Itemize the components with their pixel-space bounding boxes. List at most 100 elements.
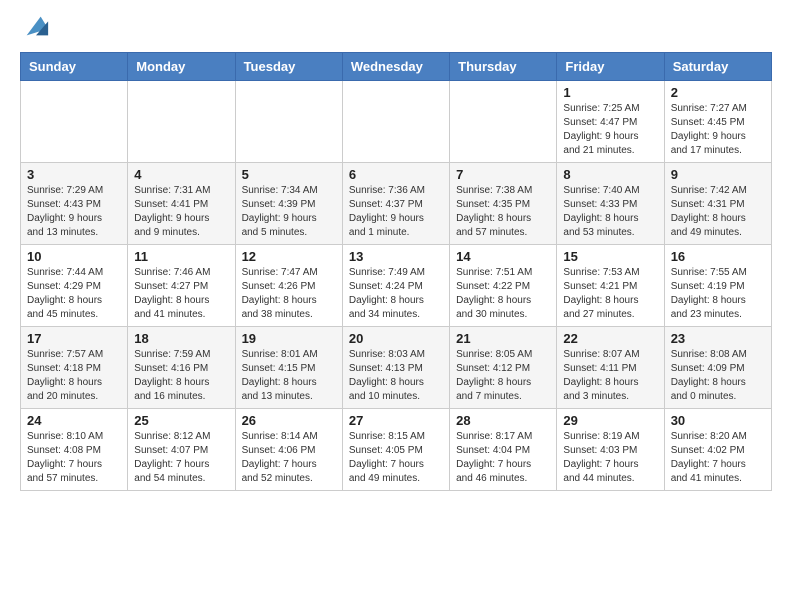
day-number: 10: [27, 249, 121, 264]
calendar-cell: [450, 81, 557, 163]
week-row-4: 24 Sunrise: 8:10 AM Sunset: 4:08 PM Dayli…: [21, 409, 772, 491]
day-info: Sunrise: 8:08 AM Sunset: 4:09 PM Dayligh…: [671, 348, 765, 404]
day-info: Sunrise: 7:51 AM Sunset: 4:22 PM Dayligh…: [456, 266, 550, 322]
weekday-header-monday: Monday: [128, 53, 235, 81]
calendar-cell: 24 Sunrise: 8:10 AM Sunset: 4:08 PM Dayli…: [21, 409, 128, 491]
day-number: 24: [27, 413, 121, 428]
calendar-cell: 28 Sunrise: 8:17 AM Sunset: 4:04 PM Dayli…: [450, 409, 557, 491]
calendar-cell: 7Sunrise: 7:38 AM Sunset: 4:35 PM Daylig…: [450, 163, 557, 245]
day-info: Sunrise: 7:40 AM Sunset: 4:33 PM Dayligh…: [563, 184, 657, 240]
calendar: SundayMondayTuesdayWednesdayThursdayFrid…: [20, 52, 772, 491]
day-number: 27: [349, 413, 443, 428]
day-info: Sunrise: 8:14 AM Sunset: 4:06 PM Dayligh…: [242, 430, 336, 486]
weekday-header-row: SundayMondayTuesdayWednesdayThursdayFrid…: [21, 53, 772, 81]
day-number: 30: [671, 413, 765, 428]
calendar-cell: 18Sunrise: 7:59 AM Sunset: 4:16 PM Dayli…: [128, 327, 235, 409]
weekday-header-sunday: Sunday: [21, 53, 128, 81]
day-info: Sunrise: 7:57 AM Sunset: 4:18 PM Dayligh…: [27, 348, 121, 404]
calendar-cell: [128, 81, 235, 163]
day-number: 16: [671, 249, 765, 264]
weekday-header-wednesday: Wednesday: [342, 53, 449, 81]
day-number: 29: [563, 413, 657, 428]
calendar-cell: 21 Sunrise: 8:05 AM Sunset: 4:12 PM Dayli…: [450, 327, 557, 409]
calendar-cell: 10 Sunrise: 7:44 AM Sunset: 4:29 PM Dayli…: [21, 245, 128, 327]
day-info: Sunrise: 7:36 AM Sunset: 4:37 PM Dayligh…: [349, 184, 443, 240]
calendar-cell: 15 Sunrise: 7:53 AM Sunset: 4:21 PM Dayli…: [557, 245, 664, 327]
day-info: Sunrise: 7:42 AM Sunset: 4:31 PM Dayligh…: [671, 184, 765, 240]
calendar-cell: 6 Sunrise: 7:36 AM Sunset: 4:37 PM Daylig…: [342, 163, 449, 245]
calendar-cell: 9Sunrise: 7:42 AM Sunset: 4:31 PM Daylig…: [664, 163, 771, 245]
day-number: 12: [242, 249, 336, 264]
calendar-cell: 27 Sunrise: 8:15 AM Sunset: 4:05 PM Dayli…: [342, 409, 449, 491]
day-info: Sunrise: 8:05 AM Sunset: 4:12 PM Dayligh…: [456, 348, 550, 404]
day-number: 23: [671, 331, 765, 346]
calendar-cell: 16Sunrise: 7:55 AM Sunset: 4:19 PM Dayli…: [664, 245, 771, 327]
logo-icon: [22, 12, 50, 40]
day-number: 5: [242, 167, 336, 182]
day-number: 18: [134, 331, 228, 346]
calendar-cell: 2 Sunrise: 7:27 AM Sunset: 4:45 PM Daylig…: [664, 81, 771, 163]
day-number: 3: [27, 167, 121, 182]
day-info: Sunrise: 8:07 AM Sunset: 4:11 PM Dayligh…: [563, 348, 657, 404]
calendar-cell: 1Sunrise: 7:25 AM Sunset: 4:47 PM Daylig…: [557, 81, 664, 163]
day-number: 14: [456, 249, 550, 264]
day-number: 4: [134, 167, 228, 182]
day-info: Sunrise: 8:17 AM Sunset: 4:04 PM Dayligh…: [456, 430, 550, 486]
week-row-1: 3 Sunrise: 7:29 AM Sunset: 4:43 PM Daylig…: [21, 163, 772, 245]
calendar-cell: 30 Sunrise: 8:20 AM Sunset: 4:02 PM Dayli…: [664, 409, 771, 491]
calendar-cell: 25 Sunrise: 8:12 AM Sunset: 4:07 PM Dayli…: [128, 409, 235, 491]
calendar-cell: 12 Sunrise: 7:47 AM Sunset: 4:26 PM Dayli…: [235, 245, 342, 327]
day-info: Sunrise: 7:27 AM Sunset: 4:45 PM Dayligh…: [671, 102, 765, 158]
day-info: Sunrise: 7:49 AM Sunset: 4:24 PM Dayligh…: [349, 266, 443, 322]
day-number: 11: [134, 249, 228, 264]
day-number: 21: [456, 331, 550, 346]
day-info: Sunrise: 7:53 AM Sunset: 4:21 PM Dayligh…: [563, 266, 657, 322]
day-number: 15: [563, 249, 657, 264]
calendar-cell: 26 Sunrise: 8:14 AM Sunset: 4:06 PM Dayli…: [235, 409, 342, 491]
calendar-cell: 19 Sunrise: 8:01 AM Sunset: 4:15 PM Dayli…: [235, 327, 342, 409]
day-number: 17: [27, 331, 121, 346]
day-number: 25: [134, 413, 228, 428]
calendar-cell: 23 Sunrise: 8:08 AM Sunset: 4:09 PM Dayli…: [664, 327, 771, 409]
calendar-cell: 20Sunrise: 8:03 AM Sunset: 4:13 PM Dayli…: [342, 327, 449, 409]
day-info: Sunrise: 7:29 AM Sunset: 4:43 PM Dayligh…: [27, 184, 121, 240]
week-row-0: 1Sunrise: 7:25 AM Sunset: 4:47 PM Daylig…: [21, 81, 772, 163]
day-number: 2: [671, 85, 765, 100]
day-info: Sunrise: 7:46 AM Sunset: 4:27 PM Dayligh…: [134, 266, 228, 322]
day-info: Sunrise: 8:01 AM Sunset: 4:15 PM Dayligh…: [242, 348, 336, 404]
day-number: 6: [349, 167, 443, 182]
day-info: Sunrise: 8:12 AM Sunset: 4:07 PM Dayligh…: [134, 430, 228, 486]
day-number: 19: [242, 331, 336, 346]
calendar-cell: 17 Sunrise: 7:57 AM Sunset: 4:18 PM Dayli…: [21, 327, 128, 409]
day-info: Sunrise: 7:44 AM Sunset: 4:29 PM Dayligh…: [27, 266, 121, 322]
header: [20, 16, 772, 40]
week-row-2: 10 Sunrise: 7:44 AM Sunset: 4:29 PM Dayli…: [21, 245, 772, 327]
day-number: 28: [456, 413, 550, 428]
page: SundayMondayTuesdayWednesdayThursdayFrid…: [0, 0, 792, 612]
day-number: 26: [242, 413, 336, 428]
day-info: Sunrise: 7:25 AM Sunset: 4:47 PM Dayligh…: [563, 102, 657, 158]
calendar-cell: [21, 81, 128, 163]
day-number: 20: [349, 331, 443, 346]
calendar-cell: 11 Sunrise: 7:46 AM Sunset: 4:27 PM Dayli…: [128, 245, 235, 327]
calendar-cell: 5 Sunrise: 7:34 AM Sunset: 4:39 PM Daylig…: [235, 163, 342, 245]
day-info: Sunrise: 8:19 AM Sunset: 4:03 PM Dayligh…: [563, 430, 657, 486]
calendar-cell: 8 Sunrise: 7:40 AM Sunset: 4:33 PM Daylig…: [557, 163, 664, 245]
calendar-cell: 13 Sunrise: 7:49 AM Sunset: 4:24 PM Dayli…: [342, 245, 449, 327]
day-info: Sunrise: 7:31 AM Sunset: 4:41 PM Dayligh…: [134, 184, 228, 240]
day-info: Sunrise: 8:20 AM Sunset: 4:02 PM Dayligh…: [671, 430, 765, 486]
calendar-cell: 14 Sunrise: 7:51 AM Sunset: 4:22 PM Dayli…: [450, 245, 557, 327]
weekday-header-friday: Friday: [557, 53, 664, 81]
day-info: Sunrise: 8:15 AM Sunset: 4:05 PM Dayligh…: [349, 430, 443, 486]
day-info: Sunrise: 8:10 AM Sunset: 4:08 PM Dayligh…: [27, 430, 121, 486]
day-info: Sunrise: 7:47 AM Sunset: 4:26 PM Dayligh…: [242, 266, 336, 322]
week-row-3: 17 Sunrise: 7:57 AM Sunset: 4:18 PM Dayli…: [21, 327, 772, 409]
day-number: 8: [563, 167, 657, 182]
day-number: 22: [563, 331, 657, 346]
day-info: Sunrise: 7:34 AM Sunset: 4:39 PM Dayligh…: [242, 184, 336, 240]
calendar-cell: 3 Sunrise: 7:29 AM Sunset: 4:43 PM Daylig…: [21, 163, 128, 245]
day-number: 13: [349, 249, 443, 264]
day-info: Sunrise: 7:38 AM Sunset: 4:35 PM Dayligh…: [456, 184, 550, 240]
calendar-cell: 4 Sunrise: 7:31 AM Sunset: 4:41 PM Daylig…: [128, 163, 235, 245]
logo: [20, 16, 50, 40]
